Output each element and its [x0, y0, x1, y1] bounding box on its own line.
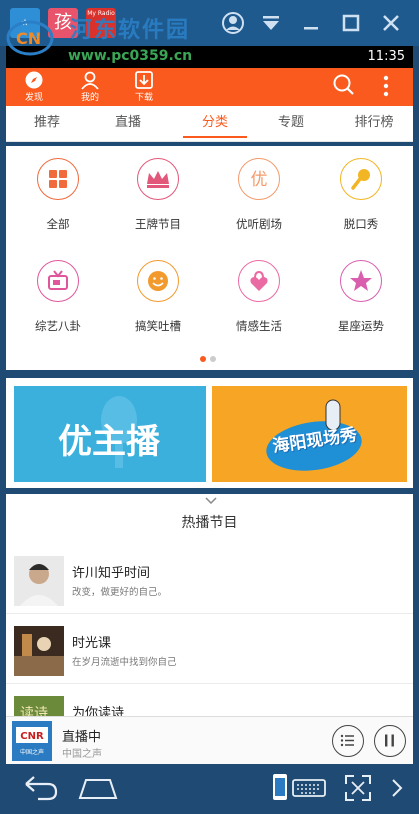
category-label: 搞笑吐槽 — [135, 319, 181, 333]
watermark-text: 河东软件园 — [70, 18, 191, 43]
banner-anchor-text: 优主播 — [58, 422, 160, 462]
banner-haiyang-show[interactable]: 海阳现场秀 — [212, 386, 407, 482]
compass-icon — [25, 71, 43, 89]
program-subtitle: 改变，做更好的自己。 — [72, 587, 168, 598]
pause-button[interactable] — [374, 725, 406, 757]
program-thumbnail — [14, 556, 64, 606]
mini-player[interactable]: CNR 中国之声 直播中 中国之声 — [6, 716, 413, 764]
mine-label: 我的 — [80, 93, 99, 103]
crown-icon — [147, 171, 169, 188]
discover-label: 发现 — [24, 93, 43, 103]
playlist-button[interactable] — [332, 725, 364, 757]
category-talk-circle — [340, 158, 382, 200]
watermark-logo: CN — [6, 20, 54, 56]
chevron-right-icon[interactable] — [388, 772, 406, 804]
tab-topic[interactable]: 专题 — [256, 106, 326, 142]
you-character-icon: 优 — [251, 170, 268, 190]
player-subtitle: 中国之声 — [62, 749, 102, 760]
category-label: 星座运势 — [338, 319, 384, 333]
search-icon[interactable] — [332, 73, 356, 97]
app-header: 发现 我的 下载 — [6, 68, 413, 106]
fullscreen-icon[interactable] — [342, 772, 374, 804]
watermark-url: www.pc0359.cn — [68, 48, 193, 64]
category-emotion-circle — [238, 260, 280, 302]
cnr-logo: CNR 中国之声 — [12, 721, 52, 761]
grid-icon — [49, 170, 67, 188]
hot-programs: 热播节目 许川知乎时间 改变，做更好的自己。 时光课 在岁月流逝中找到你自己 读… — [6, 494, 413, 720]
category-theater-circle: 优 — [238, 158, 280, 200]
banner-anchor[interactable]: 优主播 — [14, 386, 206, 482]
download-icon — [135, 71, 153, 89]
mine-button[interactable]: 我的 — [70, 68, 110, 106]
status-clock: 11:35 — [367, 49, 405, 64]
banner-area: 优主播 海阳现场秀 — [6, 378, 413, 488]
category-label: 王牌节目 — [135, 217, 181, 231]
category-comedy-circle — [137, 260, 179, 302]
minimize-icon[interactable] — [298, 10, 324, 36]
category-label: 脱口秀 — [343, 217, 379, 231]
category-variety-circle — [37, 260, 79, 302]
category-label: 全部 — [46, 217, 70, 231]
more-options-icon[interactable] — [378, 73, 394, 99]
emulator-navbar — [0, 764, 419, 814]
download-label: 下载 — [134, 93, 153, 103]
category-ace-circle — [137, 158, 179, 200]
pause-icon — [385, 734, 394, 747]
microphone-icon — [351, 169, 370, 190]
category-label: 优听剧场 — [236, 217, 282, 231]
dropdown-menu-icon[interactable] — [258, 10, 284, 36]
cnr-logo-subtext: 中国之声 — [20, 748, 44, 756]
tab-ranking[interactable]: 排行榜 — [339, 106, 409, 142]
watermark-logo-text: CN — [16, 29, 41, 48]
category-label: 综艺八卦 — [35, 319, 81, 333]
list-item[interactable]: 许川知乎时间 改变，做更好的自己。 — [6, 546, 413, 614]
hot-programs-title: 热播节目 — [181, 515, 238, 531]
category-tabs: 推荐 直播 分类 专题 排行榜 — [6, 106, 413, 142]
svg-text:优: 优 — [251, 170, 268, 190]
heart-lock-icon — [250, 270, 268, 291]
player-title: 直播中 — [62, 730, 102, 745]
list-item[interactable]: 时光课 在岁月流逝中找到你自己 — [6, 616, 413, 684]
program-title: 许川知乎时间 — [72, 566, 151, 581]
maximize-icon[interactable] — [338, 10, 364, 36]
playlist-icon — [340, 734, 354, 747]
home-icon[interactable] — [76, 772, 120, 804]
user-icon — [81, 71, 99, 90]
page-dot — [210, 356, 216, 362]
close-icon[interactable] — [378, 10, 404, 36]
phone-rotate-icon[interactable] — [270, 772, 290, 804]
tab-recommend[interactable]: 推荐 — [12, 106, 82, 142]
keyboard-icon[interactable] — [292, 772, 326, 804]
download-button[interactable]: 下载 — [124, 68, 164, 106]
program-title: 时光课 — [72, 636, 112, 651]
program-thumbnail — [14, 626, 64, 676]
account-icon[interactable] — [220, 10, 246, 36]
chevron-down-icon[interactable] — [204, 494, 218, 508]
tab-live[interactable]: 直播 — [93, 106, 163, 142]
category-label: 情感生活 — [236, 319, 282, 333]
back-icon[interactable] — [20, 772, 60, 804]
category-grid: 全部 王牌节目 优 优听剧场 脱口秀 综艺八卦 搞笑吐槽 情感生活 星座运势 — [6, 146, 413, 370]
page-dot-active — [200, 356, 206, 362]
category-horoscope-circle — [340, 260, 382, 302]
list-item[interactable]: 读诗 为你读诗 — [6, 686, 413, 720]
smiley-icon — [148, 271, 168, 291]
discover-button[interactable]: 发现 — [14, 68, 54, 106]
star-icon — [350, 270, 372, 291]
program-subtitle: 在岁月流逝中找到你自己 — [72, 657, 177, 668]
active-tab-indicator — [183, 136, 247, 138]
player-thumbnail: CNR 中国之声 — [12, 721, 52, 761]
tv-icon — [48, 270, 68, 290]
cnr-logo-text: CNR — [20, 731, 44, 742]
category-all-circle — [37, 158, 79, 200]
